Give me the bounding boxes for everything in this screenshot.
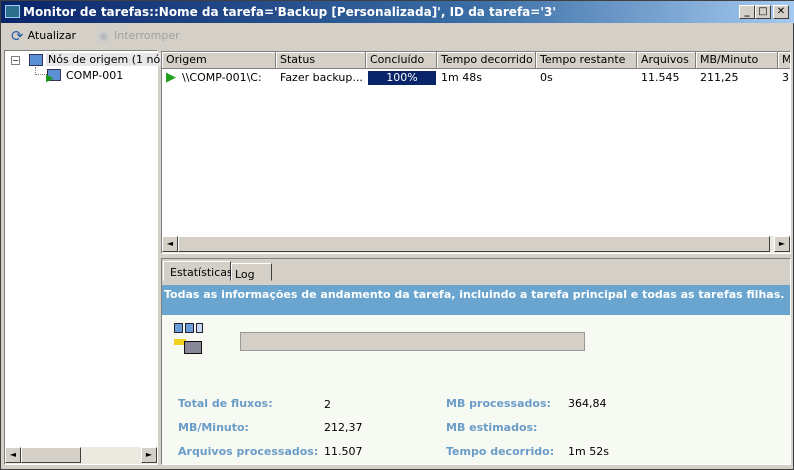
details-panel: Estatísticas Log Todas as informações de… [161, 258, 791, 465]
col-origem[interactable]: Origem [162, 52, 276, 69]
col-mb-minuto[interactable]: MB/Minuto [696, 52, 778, 69]
cell-origem: \\COMP-001\C: [182, 71, 262, 84]
progress-bar: 100% [368, 71, 436, 85]
minimize-button[interactable]: _ [739, 5, 755, 19]
close-button[interactable]: ✕ [773, 5, 789, 19]
app-icon [5, 5, 20, 18]
cell-restante: 0s [540, 71, 553, 84]
cell-decorrido: 1m 48s [441, 71, 482, 84]
col-m[interactable]: M [778, 52, 790, 69]
stat-value-tempo-decorrido: 1m 52s [568, 445, 609, 458]
stat-value-arquivos-processados: 11.507 [324, 445, 363, 458]
stat-label-arquivos-processados: Arquivos processados: [178, 445, 319, 458]
scroll-thumb[interactable] [178, 236, 770, 252]
scroll-right-button[interactable]: ► [774, 236, 790, 252]
source-tree: − Nós de origem (1 nós: ▶ COMP-001 ◄ ► [4, 50, 172, 465]
window-title: Monitor de tarefas::Nome da tarefa='Back… [23, 5, 557, 19]
stat-label-mb-estimados: MB estimados: [446, 421, 538, 434]
stop-label: Interromper [114, 29, 180, 42]
stat-label-mb-minuto: MB/Minuto: [178, 421, 249, 434]
title-bar: Monitor de tarefas::Nome da tarefa='Back… [1, 1, 794, 23]
stat-label-tempo-decorrido: Tempo decorrido: [446, 445, 555, 458]
stat-label-mb-processados: MB processados: [446, 397, 551, 410]
stop-icon [97, 29, 110, 43]
scroll-thumb[interactable] [21, 447, 81, 463]
scroll-right-button[interactable]: ► [141, 447, 157, 463]
cell-m: 3 [782, 71, 789, 84]
col-tempo-restante[interactable]: Tempo restante [536, 52, 637, 69]
tab-log[interactable]: Log [231, 263, 272, 281]
cell-mb-minuto: 211,25 [700, 71, 739, 84]
refresh-button[interactable]: ⟳ Atualizar [11, 27, 76, 45]
toolbar: ⟳ Atualizar Interromper [3, 23, 793, 48]
list-hscrollbar[interactable]: ◄ ► [162, 236, 790, 253]
tree-hscrollbar[interactable]: ◄ ► [5, 447, 157, 464]
col-arquivos[interactable]: Arquivos [637, 52, 696, 69]
stats-banner: Todas as informações de andamento da tar… [162, 285, 790, 315]
tab-estatisticas[interactable]: Estatísticas [163, 261, 233, 281]
scroll-left-button[interactable]: ◄ [162, 236, 178, 252]
stat-value-mb-processados: 364,84 [568, 397, 607, 410]
computer-icon [29, 54, 43, 66]
play-icon: ▶ [166, 70, 176, 85]
maximize-button[interactable]: □ [755, 5, 771, 19]
stat-value-total-fluxos: 2 [324, 398, 331, 411]
stats-content: Total de fluxos: 2 MB/Minuto: 212,37 Arq… [162, 315, 790, 464]
stat-label-total-fluxos: Total de fluxos: [178, 397, 273, 410]
task-list: Origem Status Concluído Tempo decorrido … [161, 51, 791, 254]
cell-arquivos: 11.545 [641, 71, 680, 84]
tree-root[interactable]: Nós de origem (1 nós: [46, 53, 172, 66]
col-tempo-decorrido[interactable]: Tempo decorrido [437, 52, 536, 69]
overall-progress-bar [240, 332, 585, 351]
collapse-toggle[interactable]: − [11, 56, 20, 65]
refresh-icon: ⟳ [11, 27, 24, 45]
col-concluido[interactable]: Concluído [366, 52, 437, 69]
scroll-left-button[interactable]: ◄ [5, 447, 21, 463]
stat-value-mb-minuto: 212,37 [324, 421, 363, 434]
backup-nodes-icon [172, 323, 206, 355]
cell-status: Fazer backup... [280, 71, 363, 84]
refresh-label: Atualizar [27, 29, 77, 42]
tree-node-comp-001[interactable]: COMP-001 [66, 69, 123, 82]
stop-button[interactable]: Interromper [97, 27, 180, 45]
col-status[interactable]: Status [276, 52, 366, 69]
computer-backup-icon: ▶ [46, 69, 61, 84]
